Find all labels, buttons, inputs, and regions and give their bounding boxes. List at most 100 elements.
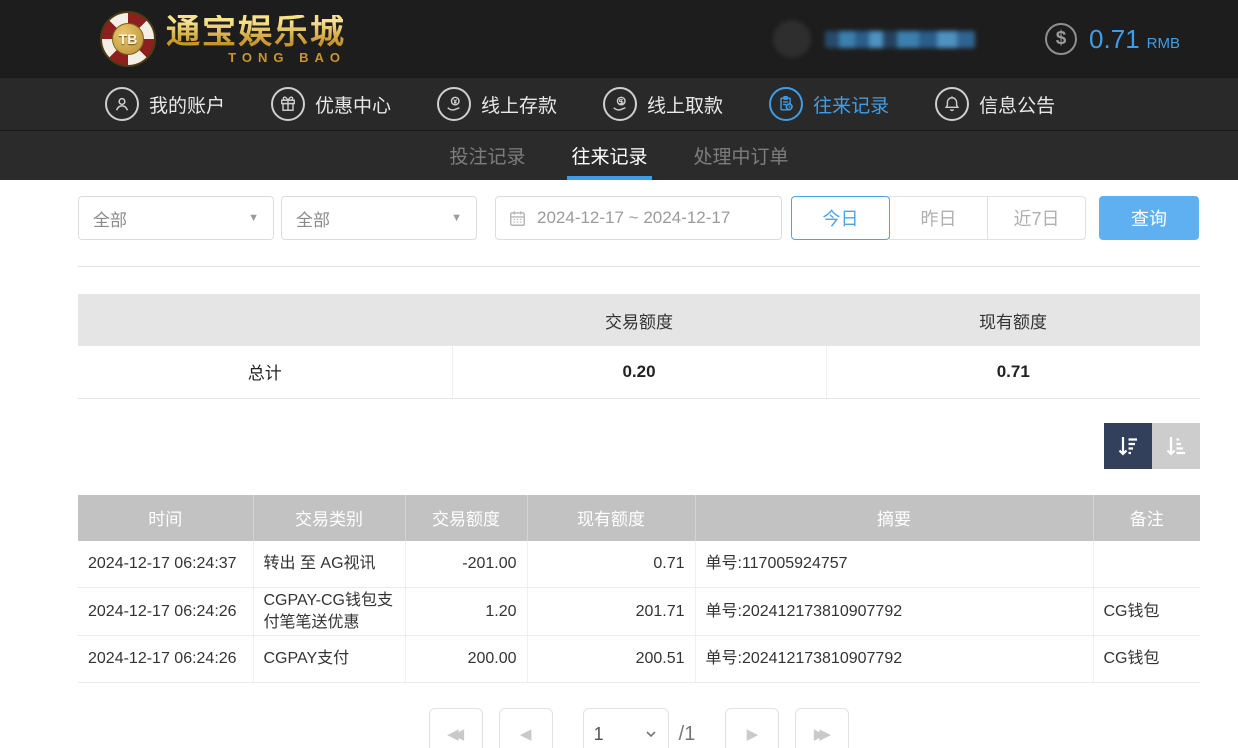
cell-time: 2024-12-17 06:24:26 [78,636,253,683]
site-title: 通宝娱乐城 [166,15,346,49]
cell-type: CGPAY-CG钱包支付笔笔送优惠 [253,588,405,636]
deposit-icon [437,87,471,121]
chevron-down-icon [644,727,658,741]
summary-table: 交易额度 现有额度 总计 0.20 0.71 [78,294,1200,399]
cell-amount: 200.00 [405,636,527,683]
tab-pending-orders[interactable]: 处理中订单 [690,131,793,180]
today-button[interactable]: 今日 [791,196,890,240]
col-header-summary: 摘要 [695,495,1093,541]
summary-total-amount: 0.20 [452,346,826,398]
double-right-arrow-icon: ▶▶ [814,725,825,743]
cell-balance: 0.71 [527,541,695,588]
sort-ascending-button[interactable] [1152,423,1200,469]
category-select[interactable]: 全部 ▼ [78,196,274,240]
casino-chip-icon: TB [100,11,156,67]
user-icon [105,87,139,121]
prev-page-button[interactable]: ◀ [499,708,553,748]
cell-summary: 单号:202412173810907792 [695,636,1093,683]
calendar-icon [508,209,527,228]
quick-date-group: 今日 昨日 近7日 [791,196,1086,240]
table-row: 2024-12-17 06:24:37 转出 至 AG视讯 -201.00 0.… [78,541,1200,588]
cell-summary: 单号:202412173810907792 [695,588,1093,636]
sort-ascending-icon [1163,433,1189,459]
left-arrow-icon: ◀ [520,725,532,743]
sort-controls [78,423,1200,469]
section-divider [78,266,1200,267]
double-left-arrow-icon: ◀◀ [447,725,458,743]
table-header-row: 时间 交易类别 交易额度 现有额度 摘要 备注 [78,495,1200,541]
nav-label: 线上取款 [647,91,723,118]
nav-label: 优惠中心 [315,91,391,118]
nav-label: 往来记录 [813,91,889,118]
col-header-note: 备注 [1093,495,1200,541]
type-select-value: 全部 [296,206,330,231]
chevron-down-icon: ▼ [451,212,462,224]
cell-balance: 200.51 [527,636,695,683]
page-total-label: /1 [679,708,696,748]
summary-total-balance: 0.71 [826,346,1200,398]
gift-icon [271,87,305,121]
search-button[interactable]: 查询 [1099,196,1199,240]
yesterday-button[interactable]: 昨日 [889,196,988,240]
col-header-type: 交易类别 [253,495,405,541]
site-subtitle: TONG BAO [228,51,346,64]
chevron-down-icon: ▼ [248,212,259,224]
right-arrow-icon: ▶ [747,725,759,743]
transactions-table: 时间 交易类别 交易额度 现有额度 摘要 备注 2024-12-17 06:24… [78,495,1200,684]
pagination: ◀◀ ◀ 1 /1 ▶ ▶▶ [78,708,1200,748]
tab-transaction-records[interactable]: 往来记录 [567,131,651,180]
records-icon [769,87,803,121]
last-page-button[interactable]: ▶▶ [795,708,849,748]
summary-header-blank [78,294,452,346]
last7days-button[interactable]: 近7日 [987,196,1086,240]
nav-item-records[interactable]: 往来记录 [769,87,889,121]
summary-total-label: 总计 [78,346,452,398]
summary-header-amount: 交易额度 [452,294,826,346]
nav-item-my-account[interactable]: 我的账户 [105,87,225,121]
cell-type: CGPAY支付 [253,636,405,683]
nav-item-deposit[interactable]: 线上存款 [437,87,557,121]
cell-note: CG钱包 [1093,588,1200,636]
content-area: 全部 ▼ 全部 ▼ 2024-12-17 ~ 2024-12-17 今日 昨日 … [78,196,1200,748]
category-select-value: 全部 [93,206,127,231]
cell-note [1093,541,1200,588]
col-header-time: 时间 [78,495,253,541]
avatar[interactable] [773,20,811,58]
record-tabs: 投注记录 往来记录 处理中订单 [0,130,1238,180]
summary-header-balance: 现有额度 [826,294,1200,346]
type-select[interactable]: 全部 ▼ [281,196,477,240]
nav-item-withdraw[interactable]: 线上取款 [603,87,723,121]
table-row: 2024-12-17 06:24:26 CGPAY支付 200.00 200.5… [78,636,1200,683]
tab-betting-records[interactable]: 投注记录 [445,131,529,180]
main-nav: 我的账户 优惠中心 线上存款 [0,78,1238,130]
cell-note: CG钱包 [1093,636,1200,683]
filter-bar: 全部 ▼ 全部 ▼ 2024-12-17 ~ 2024-12-17 今日 昨日 … [78,196,1200,240]
cell-balance: 201.71 [527,588,695,636]
nav-item-announcements[interactable]: 信息公告 [935,87,1055,121]
table-row: 2024-12-17 06:24:26 CGPAY-CG钱包支付笔笔送优惠 1.… [78,588,1200,636]
nav-item-promotions[interactable]: 优惠中心 [271,87,391,121]
chip-monogram: TB [112,23,144,55]
next-page-button[interactable]: ▶ [725,708,779,748]
cell-amount: 1.20 [405,588,527,636]
first-page-button[interactable]: ◀◀ [429,708,483,748]
date-range-picker[interactable]: 2024-12-17 ~ 2024-12-17 [495,196,782,240]
nav-label: 信息公告 [979,91,1055,118]
balance-amount[interactable]: 0.71 [1089,24,1140,55]
nav-label: 线上存款 [481,91,557,118]
bell-icon [935,87,969,121]
page-select[interactable]: 1 [583,708,669,748]
cell-amount: -201.00 [405,541,527,588]
site-logo[interactable]: TB 通宝娱乐城 TONG BAO [100,11,346,67]
username-masked [825,31,975,48]
date-range-value: 2024-12-17 ~ 2024-12-17 [537,208,730,228]
top-header: TB 通宝娱乐城 TONG BAO $ 0.71 RMB [0,0,1238,78]
sort-descending-button[interactable] [1104,423,1152,469]
withdraw-icon [603,87,637,121]
col-header-amount: 交易额度 [405,495,527,541]
nav-label: 我的账户 [149,91,225,118]
dollar-coin-icon: $ [1045,23,1077,55]
summary-total-row: 总计 0.20 0.71 [78,346,1200,398]
col-header-balance: 现有额度 [527,495,695,541]
cell-time: 2024-12-17 06:24:26 [78,588,253,636]
